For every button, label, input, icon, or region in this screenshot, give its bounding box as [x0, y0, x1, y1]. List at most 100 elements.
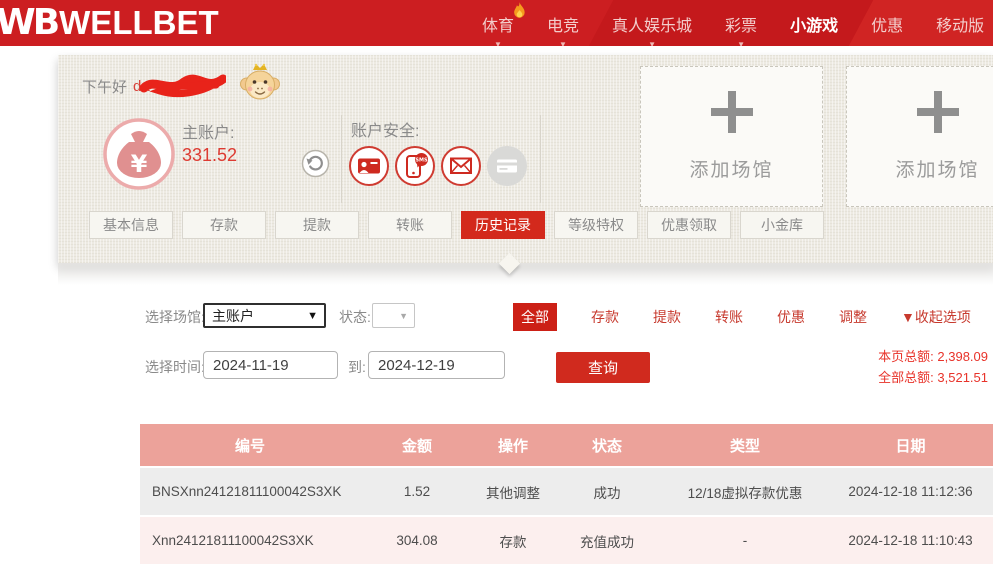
tab-vip-privileges[interactable]: 等级特权 [554, 211, 638, 239]
col-header-operation: 操作 [474, 435, 552, 456]
grand-total-value: 3,521.51 [937, 370, 988, 385]
date-from-input[interactable] [203, 351, 338, 379]
cell-amount: 1.52 [360, 484, 474, 499]
tab-history[interactable]: 历史记录 [461, 211, 545, 239]
search-button[interactable]: 查询 [556, 352, 650, 383]
nav-item-mobile-version[interactable]: 移动版 [936, 10, 984, 36]
plus-icon [917, 91, 959, 133]
grand-total: 全部总额: 3,521.51 [878, 367, 988, 388]
to-label: 到: [348, 357, 366, 377]
page: WB WELLBET 体育 ▼ 电竞 ▼ 真人娱乐城 ▼ 彩票 [0, 0, 993, 564]
type-tab-withdraw[interactable]: 提款 [653, 307, 681, 327]
cell-type: - [662, 533, 828, 548]
col-header-type: 类型 [662, 435, 828, 456]
page-total-label: 本页总额: [878, 349, 934, 364]
tab-deposit[interactable]: 存款 [182, 211, 266, 239]
phone-sms-icon[interactable]: SMS [394, 145, 436, 187]
cell-type: 12/18虚拟存款优惠 [662, 482, 828, 502]
tab-transfer[interactable]: 转账 [368, 211, 452, 239]
status-filter-label: 状态: [339, 307, 371, 327]
divider [540, 115, 541, 203]
page-total: 本页总额: 2,398.09 [878, 346, 988, 367]
time-filter-label: 选择时间: [145, 357, 205, 377]
cell-date: 2024-12-18 11:10:43 [828, 533, 993, 548]
cell-status: 成功 [552, 482, 662, 502]
top-nav-bar: WB WELLBET 体育 ▼ 电竞 ▼ 真人娱乐城 ▼ 彩票 [0, 0, 993, 46]
yuan-symbol: ¥ [131, 150, 148, 178]
id-verification-icon[interactable] [348, 145, 390, 187]
add-venue-label: 添加场馆 [689, 155, 773, 182]
refresh-balance-icon[interactable] [301, 149, 330, 178]
divider [341, 115, 342, 203]
nav-item-promotions[interactable]: 优惠 [871, 10, 903, 36]
security-icons: SMS [348, 145, 528, 187]
cell-status: 充值成功 [552, 531, 662, 551]
add-venue-card[interactable]: 添加场馆 [640, 66, 823, 207]
nav-item-live-casino[interactable]: 真人娱乐城 ▼ [612, 10, 692, 36]
nav-item-label: 真人娱乐城 [612, 18, 692, 35]
main-menu: 体育 ▼ 电竞 ▼ 真人娱乐城 ▼ 彩票 ▼ 小游戏 [482, 0, 984, 46]
account-tabs: 基本信息 存款 提款 转账 历史记录 等级特权 优惠领取 小金库 [89, 211, 824, 239]
nav-item-sports[interactable]: 体育 ▼ [482, 10, 514, 36]
sms-badge: SMS [415, 158, 428, 164]
main-account-label: 主账户: [182, 119, 234, 143]
venue-filter-label: 选择场馆: [145, 307, 205, 327]
tab-basic-info[interactable]: 基本信息 [89, 211, 173, 239]
nav-item-label: 优惠 [871, 18, 903, 35]
money-bag-icon: ¥ [102, 117, 176, 191]
greeting-text: 下午好 [82, 76, 127, 97]
venue-select-value: 主账户 [212, 306, 254, 326]
col-header-id: 编号 [140, 435, 360, 456]
type-tab-adjustment[interactable]: 调整 [839, 307, 867, 327]
venue-select[interactable]: 主账户 ▼ [203, 303, 326, 328]
totals: 本页总额: 2,398.09 全部总额: 3,521.51 [878, 346, 988, 388]
add-venue-label: 添加场馆 [895, 155, 979, 182]
bank-card-icon[interactable] [486, 145, 528, 187]
tab-piggy-bank[interactable]: 小金库 [740, 211, 824, 239]
greeting: 下午好 da [82, 68, 280, 104]
account-panel: 下午好 da [58, 55, 993, 263]
panel-shadow [58, 263, 993, 285]
page-total-value: 2,398.09 [937, 349, 988, 364]
nav-item-mini-games[interactable]: 小游戏 [790, 10, 838, 36]
date-to-input[interactable] [368, 351, 505, 379]
nav-item-label: 彩票 [725, 18, 757, 35]
col-header-status: 状态 [552, 435, 662, 456]
cell-operation: 其他调整 [474, 482, 552, 502]
record-type-tabs: 全部 存款 提款 转账 优惠 调整 ▼收起选项 [513, 303, 971, 331]
cell-amount: 304.08 [360, 533, 474, 548]
monkey-avatar [240, 62, 280, 104]
chevron-down-icon: ▼ [399, 311, 414, 321]
col-header-date: 日期 [828, 435, 993, 456]
chevron-down-icon: ▼ [307, 310, 324, 322]
cell-id: Xnn24121811100042S3XK [140, 533, 360, 548]
logo-mark: WB [0, 2, 57, 43]
cell-id: BNSXnn24121811100042S3XK [140, 484, 360, 499]
nav-item-lottery[interactable]: 彩票 ▼ [725, 10, 757, 36]
history-table: 编号 金额 操作 状态 类型 日期 BNSXnn24121811100042S3… [140, 424, 993, 564]
tab-promo-claim[interactable]: 优惠领取 [647, 211, 731, 239]
account-security-label: 账户安全: [351, 117, 419, 141]
chevron-down-icon: ▼ [648, 40, 656, 46]
table-row[interactable]: BNSXnn24121811100042S3XK 1.52 其他调整 成功 12… [140, 468, 993, 515]
grand-total-label: 全部总额: [878, 370, 934, 385]
table-row[interactable]: Xnn24121811100042S3XK 304.08 存款 充值成功 - 2… [140, 517, 993, 564]
type-tab-transfer[interactable]: 转账 [715, 307, 743, 327]
type-tab-deposit[interactable]: 存款 [591, 307, 619, 327]
nav-item-label: 移动版 [936, 18, 984, 35]
collapse-options-link[interactable]: ▼收起选项 [901, 307, 971, 327]
hot-fire-icon [512, 2, 527, 21]
nav-item-label: 小游戏 [790, 18, 838, 35]
account-balance: 331.52 [182, 145, 237, 166]
type-tab-promo[interactable]: 优惠 [777, 307, 805, 327]
cell-date: 2024-12-18 11:12:36 [828, 484, 993, 499]
col-header-amount: 金额 [360, 435, 474, 456]
type-tab-all[interactable]: 全部 [513, 303, 557, 331]
logo-text: WELLBET [59, 4, 218, 42]
tab-withdraw[interactable]: 提款 [275, 211, 359, 239]
wellbet-logo[interactable]: WB WELLBET [0, 2, 219, 43]
add-venue-card[interactable]: 添加场馆 [846, 66, 993, 207]
email-icon[interactable] [440, 145, 482, 187]
status-select[interactable]: ▼ [372, 303, 415, 328]
nav-item-esports[interactable]: 电竞 ▼ [547, 10, 579, 36]
